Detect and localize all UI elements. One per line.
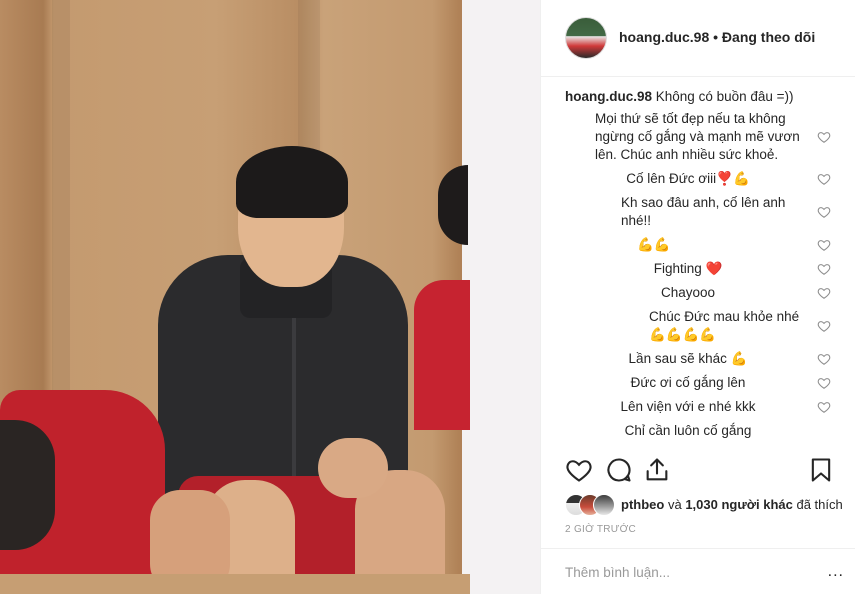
comment-text: Chúc Đức mau khỏe nhé 💪💪💪💪 xyxy=(649,309,800,342)
heart-icon[interactable] xyxy=(817,262,831,276)
heart-icon[interactable] xyxy=(817,352,831,366)
post-username[interactable]: hoang.duc.98 xyxy=(619,29,709,45)
heart-icon[interactable] xyxy=(817,172,831,186)
separator-dot: • xyxy=(713,29,719,45)
heart-icon[interactable] xyxy=(817,319,831,333)
action-bar xyxy=(565,456,835,490)
photo-teammate-left-head xyxy=(0,420,55,550)
photo-teammate-right xyxy=(414,280,470,430)
likes-text: pthbeo và 1,030 người khác đã thích xyxy=(621,497,843,512)
likes-connector: và xyxy=(667,497,682,512)
more-options-icon[interactable]: ... xyxy=(828,563,844,581)
heart-icon[interactable] xyxy=(565,456,593,484)
comment-text: Mọi thứ sẽ tốt đẹp nếu ta không ngừng cố… xyxy=(595,111,800,162)
list-item: Chỉ cần luôn cố gắng xyxy=(565,422,837,440)
comment-text: Chayooo xyxy=(660,285,716,300)
heart-icon[interactable] xyxy=(817,130,831,144)
caption-text: Không có buồn đâu =)) xyxy=(655,89,794,104)
bookmark-icon[interactable] xyxy=(807,456,835,484)
list-item: 💪💪 xyxy=(565,236,837,254)
list-item: Chúc Đức mau khỏe nhé 💪💪💪💪 xyxy=(565,308,837,344)
comment-input[interactable]: Thêm bình luận... xyxy=(565,565,670,580)
likes-row: pthbeo và 1,030 người khác đã thích xyxy=(565,494,855,516)
avatar[interactable] xyxy=(565,17,607,59)
list-item: Chayooo xyxy=(565,284,837,302)
heart-icon[interactable] xyxy=(817,238,831,252)
heart-icon[interactable] xyxy=(817,376,831,390)
comment-text: Kh sao đâu anh, cố lên anh nhé!! xyxy=(621,195,786,228)
comment-text: Lên viện với e nhé kkk xyxy=(620,399,756,414)
likes-others[interactable]: 1,030 người khác xyxy=(685,497,793,512)
add-comment-bar: Thêm bình luận... ... xyxy=(541,548,855,595)
comment-text: Chỉ cần luôn cố gắng xyxy=(624,423,752,438)
photo-bench xyxy=(0,574,470,594)
photo-white-edge xyxy=(462,0,540,594)
likes-suffix: đã thích xyxy=(796,497,843,512)
post-side-panel: hoang.duc.98 • Đang theo dõi hoang.duc.9… xyxy=(540,0,855,594)
heart-icon[interactable] xyxy=(817,400,831,414)
heart-icon[interactable] xyxy=(817,286,831,300)
list-item: Fighting ❤️ xyxy=(565,260,837,278)
photo-jacket-zip xyxy=(292,318,296,498)
caption: hoang.duc.98 Không có buồn đâu =)) xyxy=(565,88,837,106)
liker-avatar[interactable] xyxy=(593,494,615,516)
photo-player-hands xyxy=(318,438,388,498)
list-item: Lên viện với e nhé kkk xyxy=(565,398,837,416)
comment-text: Đức ơi cố gắng lên xyxy=(630,375,746,390)
post-username-line: hoang.duc.98 • Đang theo dõi xyxy=(619,29,815,45)
caption-username[interactable]: hoang.duc.98 xyxy=(565,89,652,104)
liker-username[interactable]: pthbeo xyxy=(621,497,664,512)
comment-text: Lần sau sẽ khác 💪 xyxy=(628,351,748,366)
list-item: Đức ơi cố gắng lên xyxy=(565,374,837,392)
share-icon[interactable] xyxy=(643,456,671,484)
post-header: hoang.duc.98 • Đang theo dõi xyxy=(541,0,855,77)
comment-text: 💪💪 xyxy=(637,237,671,252)
photo-teammate-right-head xyxy=(438,165,468,245)
comments-list[interactable]: hoang.duc.98 Không có buồn đâu =)) Mọi t… xyxy=(565,88,837,443)
comment-text: Cố lên Đức ơiii❣️💪 xyxy=(626,171,750,186)
list-item: Mọi thứ sẽ tốt đẹp nếu ta không ngừng cố… xyxy=(565,110,837,164)
comment-text: Fighting ❤️ xyxy=(653,261,723,276)
list-item: Cố lên Đức ơiii❣️💪 xyxy=(565,170,837,188)
follow-button[interactable]: Đang theo dõi xyxy=(722,29,815,45)
post-photo[interactable] xyxy=(0,0,540,594)
list-item: Lần sau sẽ khác 💪 xyxy=(565,350,837,368)
heart-icon[interactable] xyxy=(817,205,831,219)
photo-player-hair xyxy=(236,146,348,218)
comment-icon[interactable] xyxy=(605,456,633,484)
post-timestamp[interactable]: 2 GIỜ TRƯỚC xyxy=(565,524,636,535)
list-item: Kh sao đâu anh, cố lên anh nhé!! xyxy=(565,194,837,230)
